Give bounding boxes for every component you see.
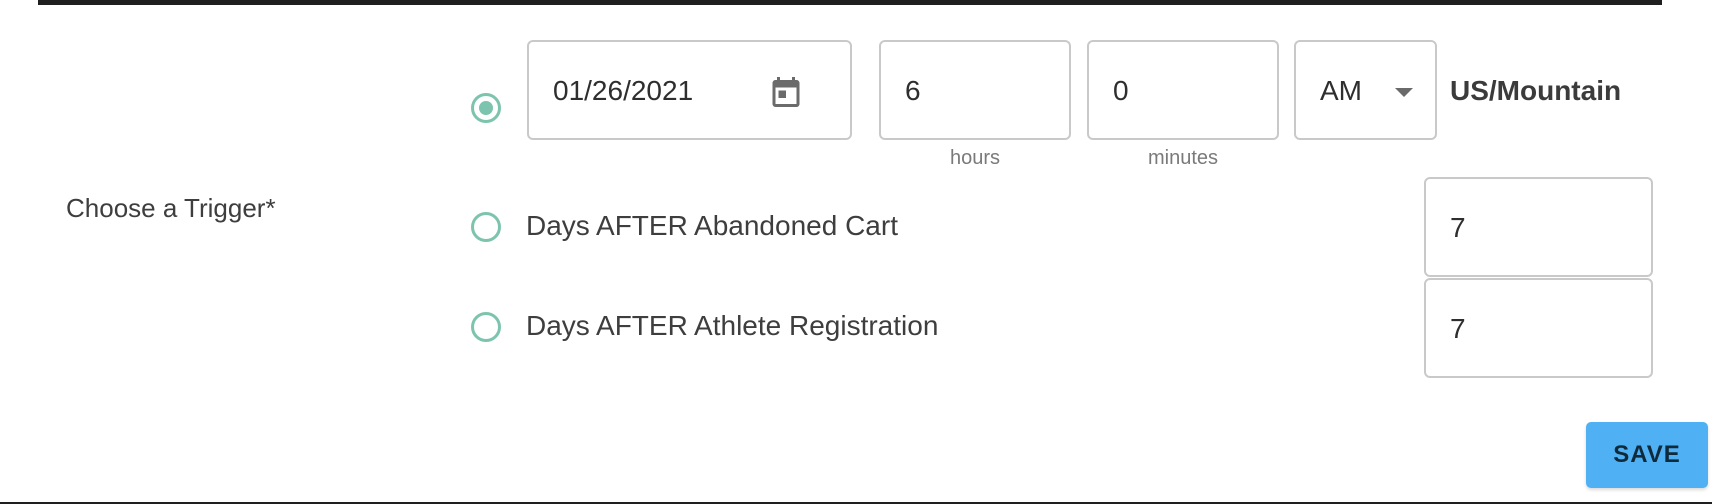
athlete-registration-label: Days AFTER Athlete Registration (526, 310, 939, 341)
ampm-select[interactable]: AM (1294, 40, 1437, 140)
timezone-label: US/Mountain (1450, 75, 1622, 106)
radio-abandoned-cart[interactable] (471, 212, 501, 242)
top-divider (38, 0, 1662, 5)
hours-helper-text: hours (949, 147, 1001, 169)
date-value: 01/26/2021 (553, 75, 694, 106)
abandoned-cart-days-value: 7 (1450, 212, 1466, 243)
calendar-icon[interactable] (768, 73, 804, 111)
hours-input[interactable]: 6 (879, 40, 1071, 140)
hours-value: 6 (905, 75, 921, 106)
save-button[interactable]: SAVE (1586, 422, 1708, 488)
chevron-down-icon (1395, 88, 1413, 97)
trigger-label: Choose a Trigger* (66, 193, 276, 223)
minutes-input[interactable]: 0 (1087, 40, 1279, 140)
radio-athlete-registration[interactable] (471, 312, 501, 342)
abandoned-cart-days-input[interactable]: 7 (1424, 177, 1653, 277)
ampm-value: AM (1320, 75, 1362, 106)
athlete-registration-days-input[interactable]: 7 (1424, 278, 1653, 378)
radio-schedule-date[interactable] (471, 93, 501, 123)
minutes-helper-text: minutes (1147, 147, 1219, 169)
athlete-registration-days-value: 7 (1450, 313, 1466, 344)
minutes-value: 0 (1113, 75, 1129, 106)
date-field[interactable]: 01/26/2021 (527, 40, 852, 140)
radio-selected-dot (479, 101, 493, 115)
abandoned-cart-label: Days AFTER Abandoned Cart (526, 210, 898, 241)
